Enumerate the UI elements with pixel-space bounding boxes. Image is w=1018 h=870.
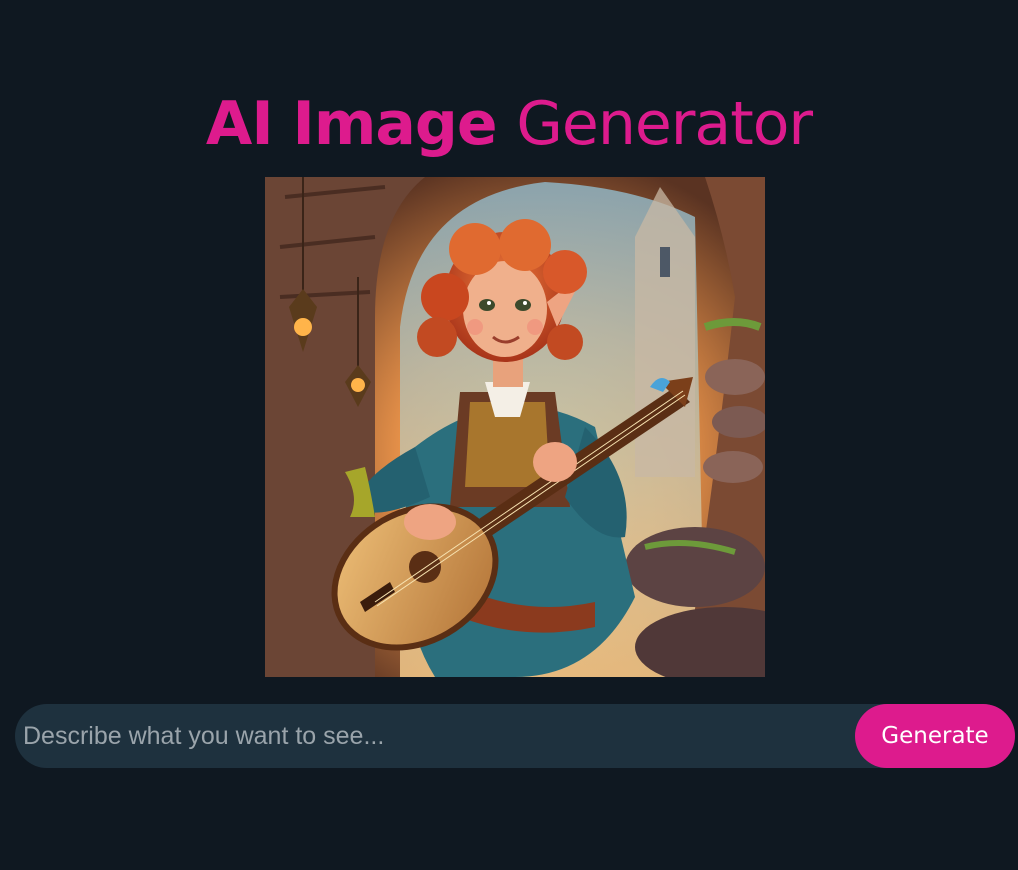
page-title: AI Image Generator — [0, 84, 1018, 164]
title-light-part: Generator — [516, 89, 813, 159]
title-bold-part: AI Image — [205, 89, 498, 159]
prompt-input[interactable] — [23, 712, 843, 760]
generated-image-artwork — [265, 177, 765, 677]
generated-image — [265, 177, 765, 677]
app-page: AI Image Generator Describe what you wan… — [0, 0, 1018, 870]
prompt-bar: Generate — [15, 704, 1015, 768]
generate-button[interactable]: Generate — [855, 704, 1015, 768]
